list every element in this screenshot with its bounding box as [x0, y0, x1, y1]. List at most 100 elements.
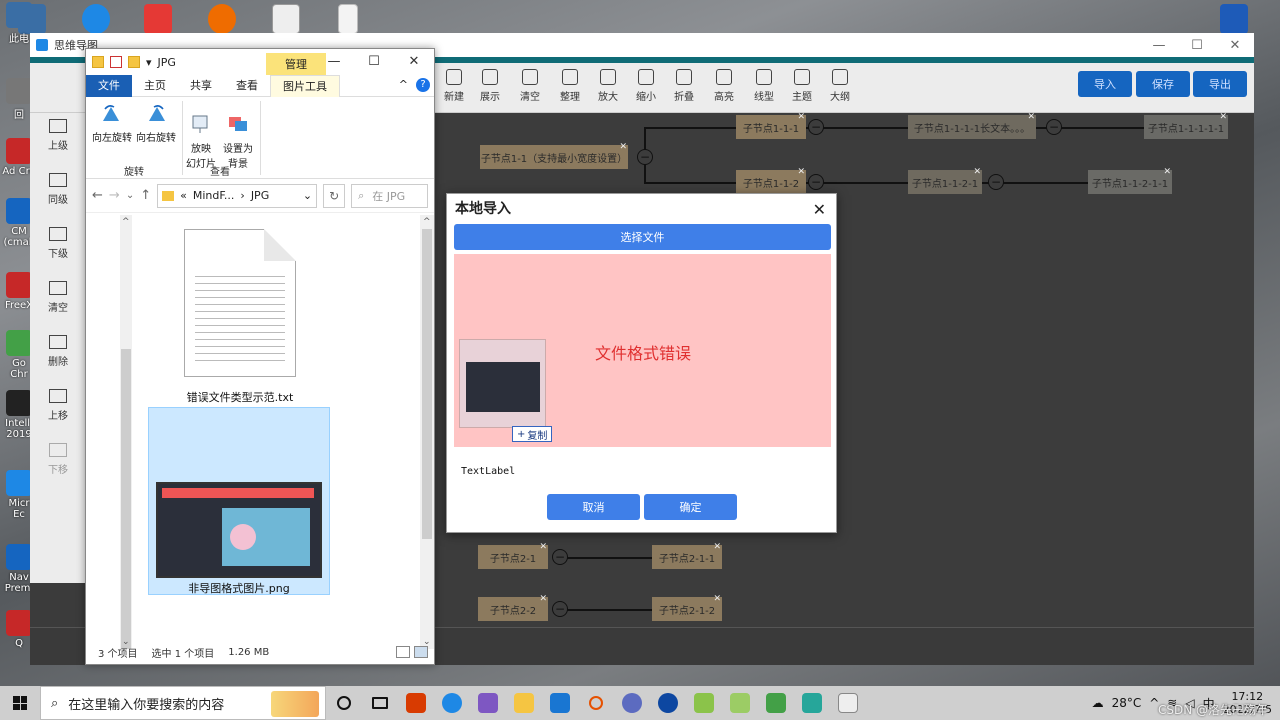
minimize-button[interactable]: —	[1140, 38, 1178, 53]
collapse-toggle-icon[interactable]: −	[988, 174, 1004, 190]
desktop-icon-app-orange[interactable]	[208, 4, 236, 34]
large-icons-view-icon[interactable]	[414, 646, 428, 658]
toolbar-button-3[interactable]: 整理	[552, 69, 588, 103]
collapse-ribbon-icon[interactable]: ^	[399, 78, 408, 92]
left-tool-5[interactable]: 上移	[30, 389, 86, 422]
content-scrollbar[interactable]: ^ ⌄	[420, 215, 434, 649]
quick-access-dropdown-icon[interactable]: ▾	[146, 56, 152, 69]
collapse-toggle-icon[interactable]: −	[552, 601, 568, 617]
left-tool-1[interactable]: 同级	[30, 173, 86, 206]
node-delete-icon[interactable]: ✕	[1163, 167, 1171, 177]
node-delete-icon[interactable]: ✕	[539, 542, 547, 552]
qt-designer-icon[interactable]	[794, 686, 830, 720]
desktop-icon-youdao[interactable]	[144, 4, 172, 34]
toolbar-button-1[interactable]: 展示	[472, 69, 508, 103]
store-icon[interactable]	[542, 686, 578, 720]
address-bar[interactable]: « MindF... › JPG ⌄	[157, 183, 318, 208]
help-icon[interactable]: ?	[416, 78, 430, 92]
choose-file-button[interactable]: 选择文件	[454, 224, 831, 250]
desktop-icon-word[interactable]	[1220, 4, 1248, 34]
node-delete-icon[interactable]: ✕	[713, 542, 721, 552]
visual-studio-icon[interactable]	[470, 686, 506, 720]
desktop-icon-blank-file[interactable]	[338, 4, 358, 34]
mindmap-node[interactable]: 子节点1-1-1 ✕	[736, 112, 806, 139]
export-button[interactable]: 导出	[1193, 71, 1247, 97]
tab-view[interactable]: 查看	[224, 75, 270, 97]
mindmap-node[interactable]: 子节点1-1（支持最小宽度设置） ✕	[480, 142, 628, 169]
scroll-up-icon[interactable]: ^	[122, 217, 130, 227]
qt-icon[interactable]	[758, 686, 794, 720]
tab-file[interactable]: 文件	[86, 74, 132, 97]
forward-arrow-icon[interactable]: →	[109, 188, 120, 203]
left-tool-6[interactable]: 下移	[30, 443, 86, 476]
toolbar-button-6[interactable]: 折叠	[666, 69, 702, 103]
node-delete-icon[interactable]: ✕	[797, 112, 805, 122]
breadcrumb-jpg[interactable]: JPG	[251, 189, 269, 202]
toolbar-button-9[interactable]: 主题	[784, 69, 820, 103]
scroll-up-icon[interactable]: ^	[423, 217, 431, 227]
taskbar-search-input[interactable]: ⌕ 在这里输入你要搜索的内容	[40, 686, 326, 720]
left-tool-3[interactable]: 清空	[30, 281, 86, 314]
scrollbar-thumb[interactable]	[121, 349, 131, 649]
address-dropdown-icon[interactable]: ⌄	[303, 189, 312, 202]
refresh-button[interactable]: ↻	[323, 183, 346, 208]
import-button[interactable]: 导入	[1078, 71, 1132, 97]
back-arrow-icon[interactable]: ←	[92, 188, 103, 203]
eclipse-icon[interactable]	[614, 686, 650, 720]
collapse-toggle-icon[interactable]: −	[808, 119, 824, 135]
left-tool-4[interactable]: 删除	[30, 335, 86, 368]
node-delete-icon[interactable]: ✕	[619, 142, 627, 152]
tab-picture-tools[interactable]: 图片工具	[270, 74, 340, 97]
close-button[interactable]: ✕	[1216, 38, 1254, 53]
node-delete-icon[interactable]: ✕	[1219, 112, 1227, 122]
collapse-toggle-icon[interactable]: −	[1046, 119, 1062, 135]
toolbar-button-4[interactable]: 放大	[590, 69, 626, 103]
notes-icon[interactable]	[722, 686, 758, 720]
drop-area[interactable]: 文件格式错误 + 复制	[454, 254, 831, 447]
maximize-button[interactable]: ☐	[1178, 38, 1216, 53]
node-delete-icon[interactable]: ✕	[713, 594, 721, 604]
cancel-button[interactable]: 取消	[547, 494, 640, 520]
file-item-txt[interactable]: 错误文件类型示范.txt	[184, 227, 296, 407]
minimize-button[interactable]: —	[314, 49, 354, 75]
collapse-toggle-icon[interactable]: −	[552, 549, 568, 565]
confirm-button[interactable]: 确定	[644, 494, 737, 520]
breadcrumb-mindf[interactable]: MindF...	[193, 189, 235, 202]
details-view-icon[interactable]	[396, 646, 410, 658]
rotate-right-button[interactable]: 向右旋转	[136, 103, 176, 144]
image-viewer-icon[interactable]	[686, 686, 722, 720]
toolbar-button-0[interactable]: 新建	[436, 69, 472, 103]
save-button[interactable]: 保存	[1136, 71, 1190, 97]
up-arrow-icon[interactable]: ↑	[140, 188, 151, 203]
node-delete-icon[interactable]: ✕	[539, 594, 547, 604]
collapse-toggle-icon[interactable]: −	[808, 174, 824, 190]
dialog-close-icon[interactable]: ✕	[813, 200, 826, 219]
toolbar-button-7[interactable]: 高亮	[706, 69, 742, 103]
mindmap-node[interactable]: 子节点1-1-2-1-1 ✕	[1088, 167, 1172, 194]
toolbar-button-10[interactable]: 大纲	[822, 69, 858, 103]
mindmap-node[interactable]: 子节点2-1 ✕	[478, 542, 548, 569]
app-blue-icon[interactable]	[650, 686, 686, 720]
weather-temp[interactable]: 28°C	[1112, 696, 1142, 710]
left-tool-0[interactable]: 上级	[30, 119, 86, 152]
rotate-left-button[interactable]: 向左旋转	[92, 103, 132, 144]
close-button[interactable]: ✕	[394, 49, 434, 75]
edge-icon[interactable]	[434, 686, 470, 720]
toolbar-button-8[interactable]: 线型	[746, 69, 782, 103]
node-delete-icon[interactable]: ✕	[973, 167, 981, 177]
desktop-icon-teamviewer[interactable]	[82, 4, 110, 34]
search-input[interactable]: ⌕ 在 JPG	[351, 183, 428, 208]
mindmap-node[interactable]: 子节点1-1-1-1-1 ✕	[1144, 112, 1228, 139]
desktop-icon-s2g[interactable]	[272, 4, 300, 34]
left-tool-2[interactable]: 下级	[30, 227, 86, 260]
cortana-icon[interactable]	[326, 686, 362, 720]
weather-icon[interactable]: ☁	[1092, 696, 1104, 710]
recent-dropdown-icon[interactable]: ⌄	[126, 190, 134, 201]
mindmap-node[interactable]: 子节点1-1-2-1 ✕	[908, 167, 982, 194]
search-app-icon[interactable]	[578, 686, 614, 720]
node-delete-icon[interactable]: ✕	[1027, 112, 1035, 122]
mindmap-node[interactable]: 子节点1-1-2 ✕	[736, 167, 806, 194]
properties-icon[interactable]	[110, 56, 122, 68]
file-item-png[interactable]: 非导图格式图片.png	[148, 407, 330, 595]
new-folder-icon[interactable]	[128, 56, 140, 68]
